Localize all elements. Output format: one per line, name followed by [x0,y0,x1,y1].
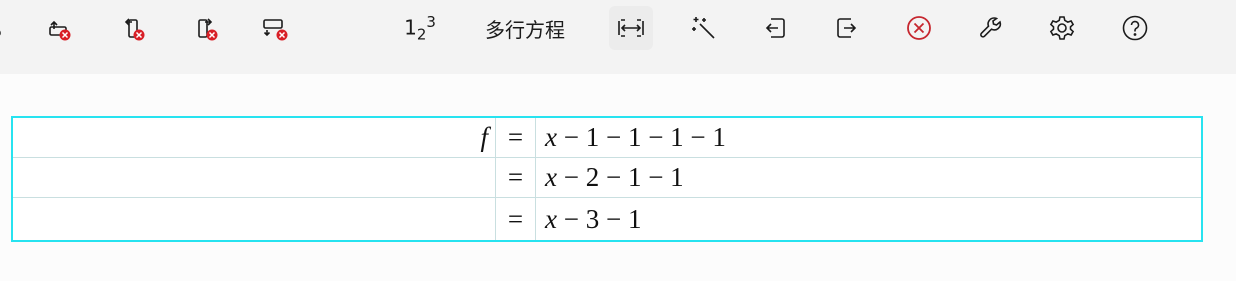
equation-row-3[interactable]: = x − 3 − 1 [13,198,1201,240]
cut-icon[interactable] [0,6,14,50]
equation-toolbar: 123 多行方程 [0,0,1236,74]
align-left-icon [765,18,785,38]
equation-lhs[interactable]: f [13,118,496,157]
rhs-terms: − 3 − 1 [563,203,642,234]
rhs-variable: x [545,122,557,152]
magic-wand-icon [692,17,715,39]
close-equation-button[interactable] [897,6,941,50]
equation-relation[interactable]: = [496,158,536,197]
align-right-icon [837,18,857,38]
delete-column-left-button[interactable] [110,6,154,50]
fit-width-button[interactable] [609,6,653,50]
align-right-button[interactable] [825,6,869,50]
wrench-icon [980,17,1002,38]
rhs-terms: − 2 − 1 − 1 [563,162,684,192]
help-button[interactable] [1113,6,1157,50]
equation-lhs[interactable] [13,198,496,240]
equation-row-1[interactable]: f = x − 1 − 1 − 1 − 1 [13,118,1201,158]
equation-rhs[interactable]: x − 1 − 1 − 1 − 1 [536,118,1201,157]
rhs-terms: − 1 − 1 − 1 − 1 [563,122,726,152]
equation-row-2[interactable]: = x − 2 − 1 − 1 [13,158,1201,198]
equation-lhs[interactable] [13,158,496,197]
multiline-equation-label: 多行方程 [485,19,565,42]
delete-row-above-icon [49,20,71,41]
equation-rhs[interactable]: x − 2 − 1 − 1 [536,158,1201,197]
equation-numbering-button[interactable]: 123 [396,6,444,50]
auto-format-button[interactable] [682,6,726,50]
delete-row-below-icon [263,19,288,41]
delete-row-below-button[interactable] [253,6,297,50]
rhs-variable: x [545,203,557,234]
close-circle-icon [907,16,931,40]
help-icon [1122,15,1148,41]
equation-relation[interactable]: = [496,118,536,157]
delete-column-right-icon [198,18,218,41]
gear-icon [1049,16,1075,40]
delete-column-right-button[interactable] [183,6,227,50]
align-left-button[interactable] [753,6,797,50]
equation-relation[interactable]: = [496,198,536,240]
tools-button[interactable] [969,6,1013,50]
multiline-equation-table[interactable]: f = x − 1 − 1 − 1 − 1 = x − 2 − 1 − 1 = … [11,116,1203,242]
settings-button[interactable] [1040,6,1084,50]
equation-rhs[interactable]: x − 3 − 1 [536,198,1201,240]
delete-row-above-button[interactable] [36,6,80,50]
equation-numbering-icon: 123 [404,12,436,44]
delete-column-left-icon [124,18,145,41]
multiline-equation-button[interactable]: 多行方程 [470,6,580,50]
fit-width-icon [618,19,644,37]
rhs-variable: x [545,162,557,192]
